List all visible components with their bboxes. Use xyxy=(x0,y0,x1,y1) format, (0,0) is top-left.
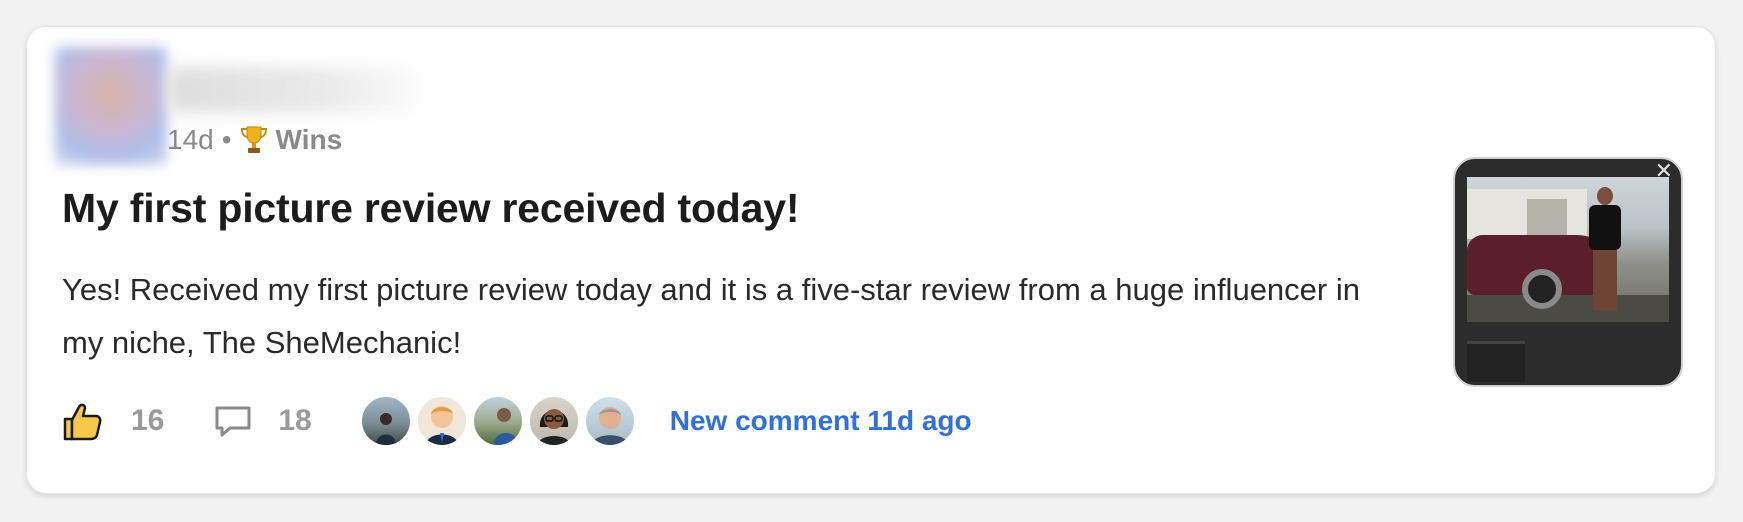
trophy-icon xyxy=(240,126,267,153)
post-card[interactable]: 14d • Wins My first picture review recei… xyxy=(26,26,1716,494)
comment-button[interactable]: 18 xyxy=(164,400,312,442)
avatar[interactable] xyxy=(415,395,468,447)
commenter-avatars[interactable] xyxy=(359,395,636,447)
new-comment-link[interactable]: New comment 11d ago xyxy=(670,405,972,437)
author-name-blurred[interactable] xyxy=(167,67,417,113)
comment-icon[interactable] xyxy=(212,400,254,442)
post-category[interactable]: Wins xyxy=(276,124,343,156)
post-title[interactable]: My first picture review received today! xyxy=(62,185,800,232)
comment-count: 18 xyxy=(278,404,312,437)
like-button[interactable]: 16 xyxy=(61,399,164,443)
avatar[interactable] xyxy=(359,395,412,447)
author-avatar[interactable] xyxy=(55,47,167,165)
post-body: Yes! Received my first picture review to… xyxy=(62,272,1360,360)
post-age: 14d xyxy=(167,124,214,155)
post-actions: 16 18 New comment 11d ago xyxy=(61,393,972,449)
thumbnail-strip xyxy=(1467,341,1525,382)
post-meta: 14d • Wins xyxy=(167,119,342,161)
thumbs-up-icon[interactable] xyxy=(61,399,105,443)
avatar[interactable] xyxy=(527,395,580,447)
like-count: 16 xyxy=(131,404,165,437)
close-icon[interactable]: ✕ xyxy=(1655,159,1673,183)
avatar[interactable] xyxy=(583,395,636,447)
avatar[interactable] xyxy=(471,395,524,447)
meta-separator: • xyxy=(221,124,232,155)
post-thumbnail[interactable]: ✕ xyxy=(1453,157,1683,387)
thumbnail-photo xyxy=(1467,177,1669,322)
